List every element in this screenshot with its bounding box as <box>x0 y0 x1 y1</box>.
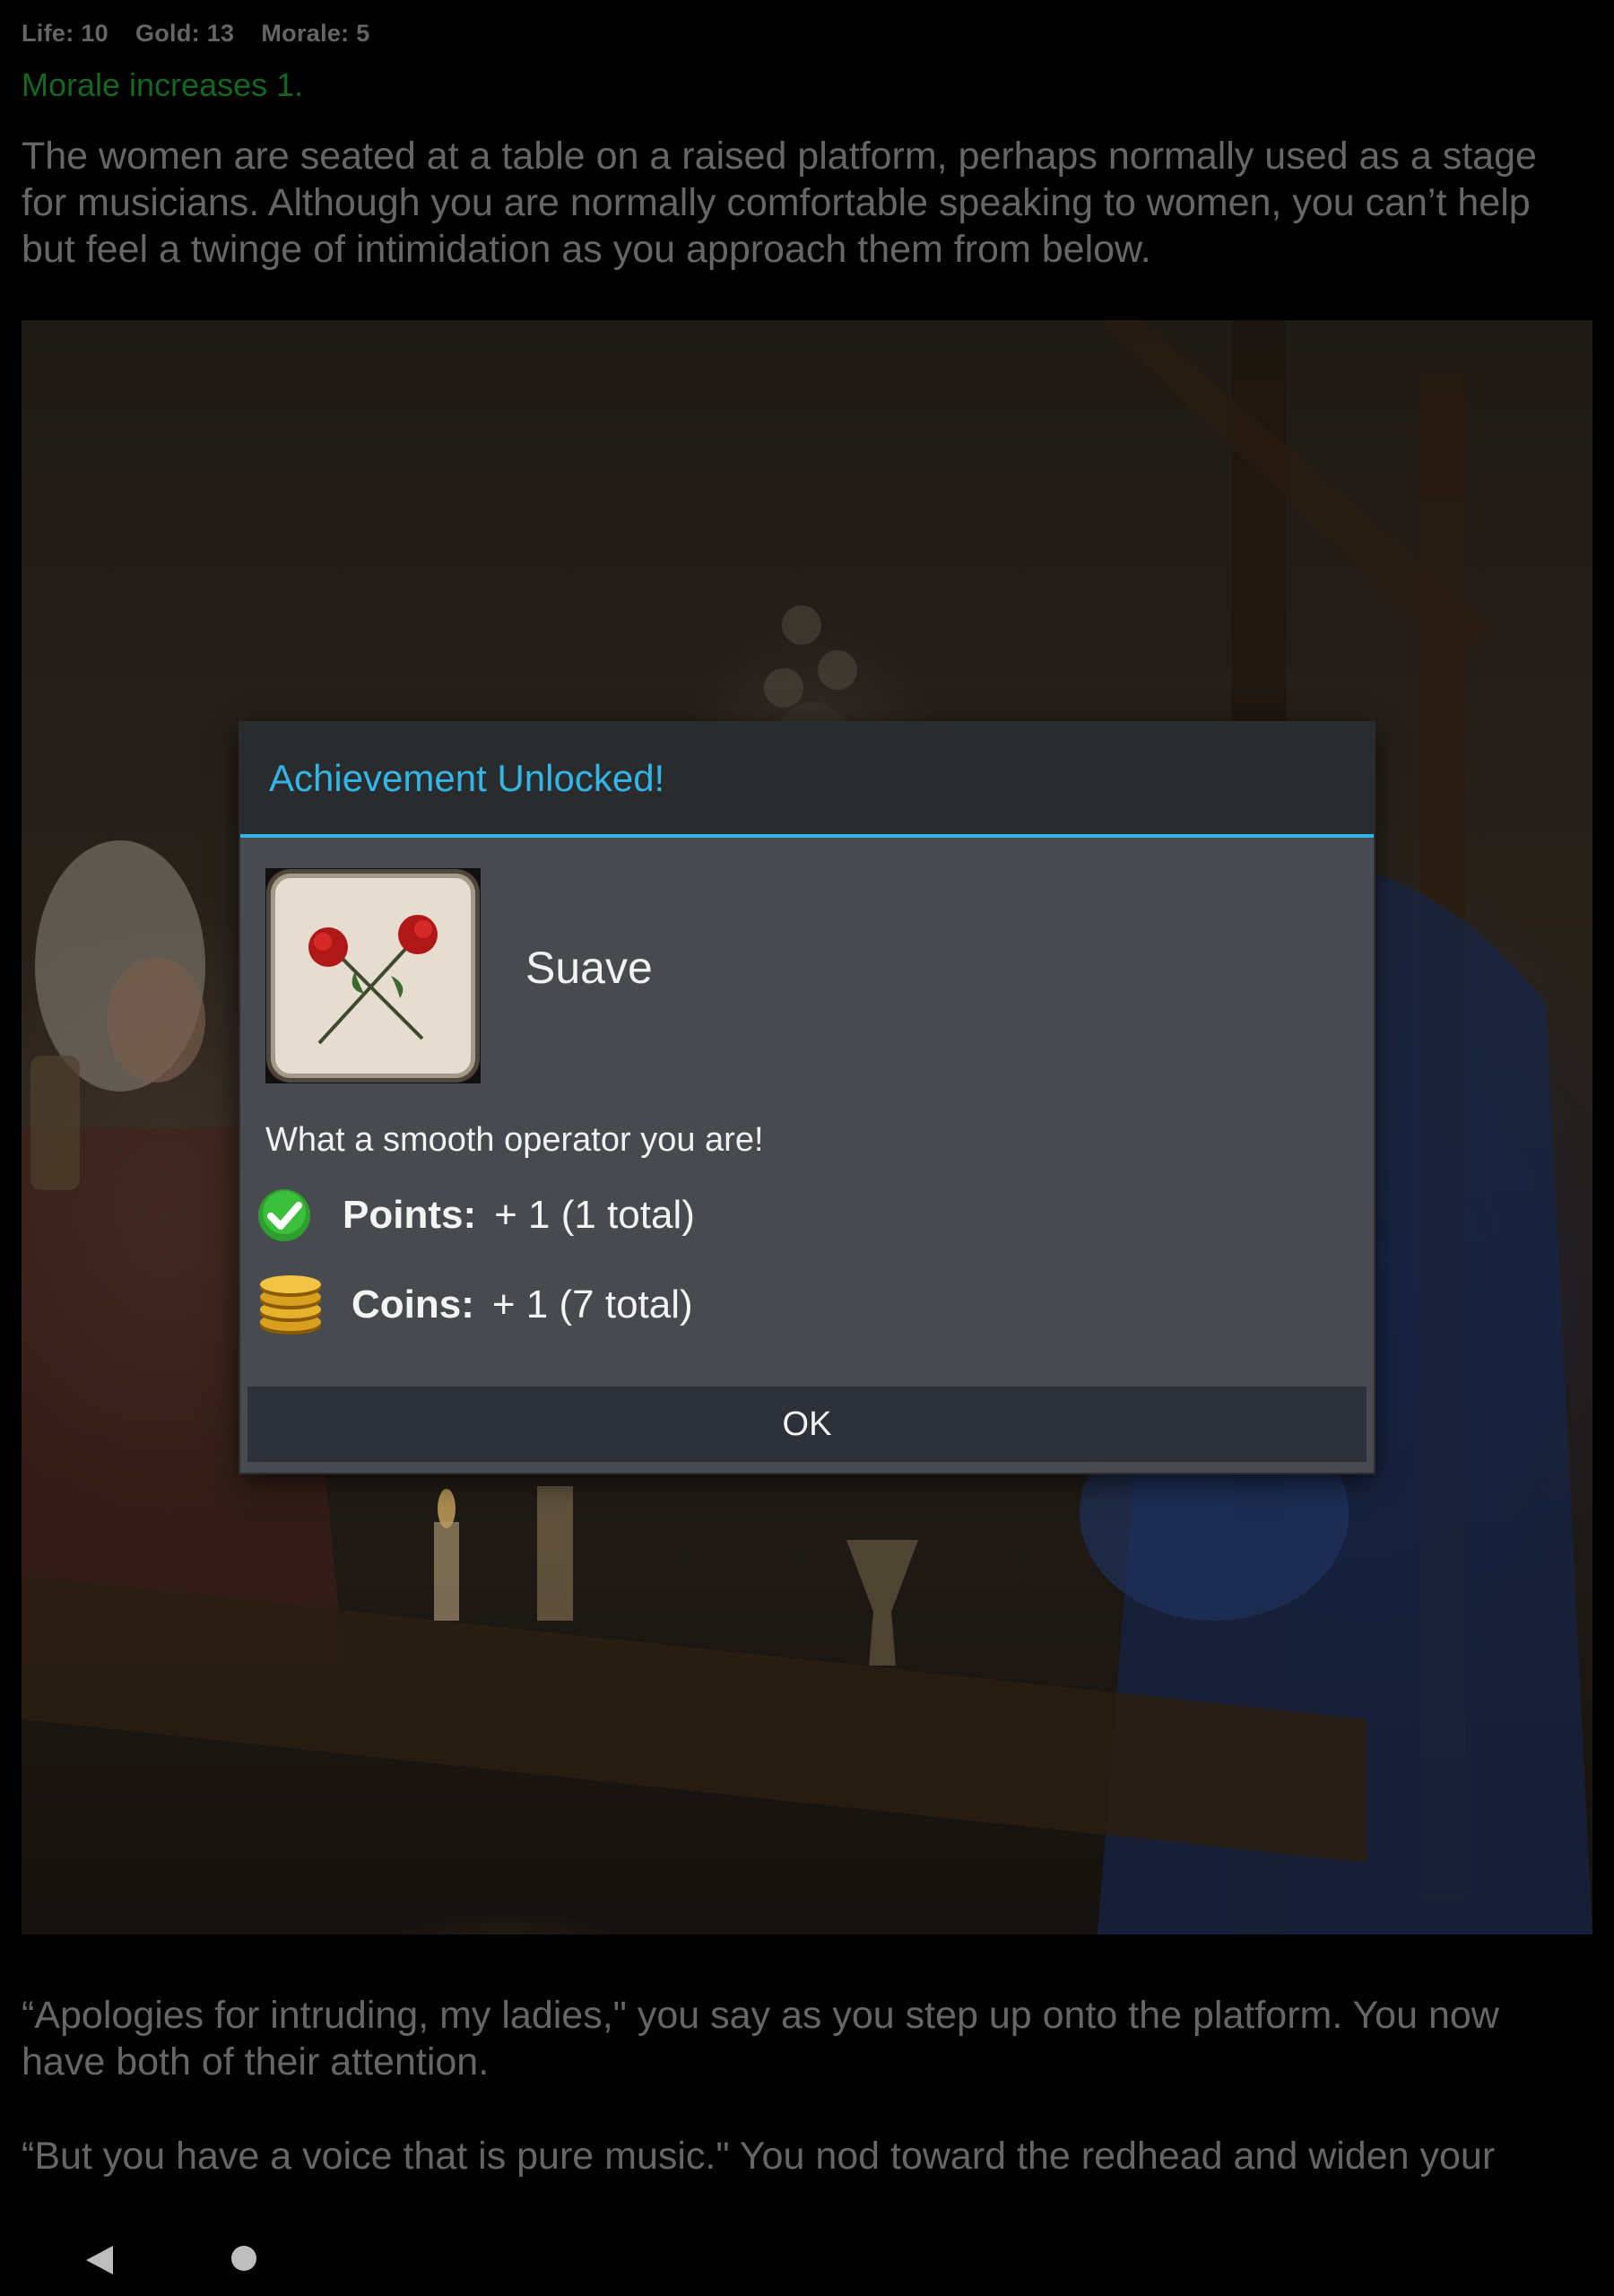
back-triangle-icon[interactable] <box>84 2244 115 2276</box>
coins-reward-row: Coins: + 1 (7 total) <box>256 1274 693 1336</box>
achievement-dialog: Achievement Unlocked! Suave What a smoot… <box>240 723 1374 1473</box>
points-label: Points: <box>343 1193 477 1237</box>
coins-label: Coins: <box>351 1283 474 1326</box>
points-reward-row: Points: + 1 (1 total) <box>256 1187 695 1243</box>
system-nav-bar <box>0 2224 1614 2296</box>
achievement-description: What a smooth operator you are! <box>265 1121 764 1159</box>
points-value: + 1 (1 total) <box>494 1193 695 1237</box>
achievement-badge <box>265 868 481 1083</box>
crossed-roses-icon <box>266 869 480 1083</box>
ok-button[interactable]: OK <box>247 1387 1367 1462</box>
dialog-header: Achievement Unlocked! <box>240 723 1374 838</box>
home-circle-icon[interactable] <box>231 2246 256 2271</box>
achievement-name: Suave <box>525 943 653 993</box>
coin-stack-icon <box>260 1275 321 1335</box>
coins-value: + 1 (7 total) <box>491 1283 693 1326</box>
dialog-title: Achievement Unlocked! <box>269 757 665 799</box>
checkmark-icon <box>258 1189 310 1241</box>
